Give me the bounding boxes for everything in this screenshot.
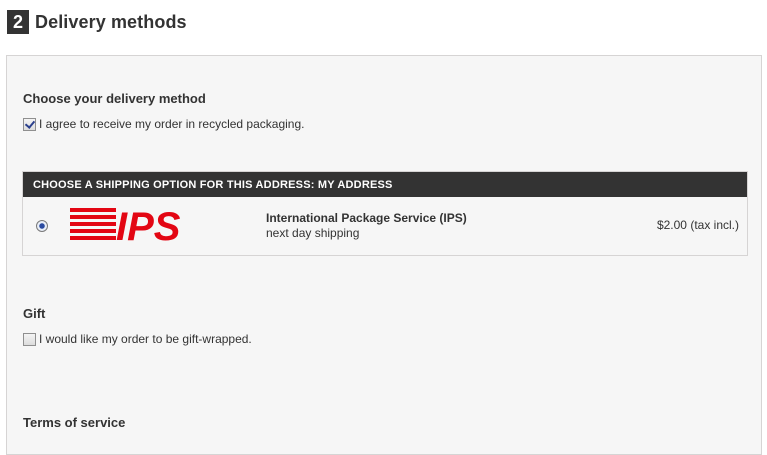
step-number-badge: 2 <box>7 10 29 34</box>
recycled-packaging-option[interactable]: I agree to receive my order in recycled … <box>23 117 304 131</box>
step-header: 2 Delivery methods <box>7 10 187 34</box>
ips-logo-icon: IPS <box>70 205 181 245</box>
page-title: Delivery methods <box>35 11 187 32</box>
gift-wrap-checkbox[interactable] <box>23 332 36 346</box>
delivery-panel: Choose your delivery method I agree to r… <box>6 55 762 455</box>
gift-wrap-label: I would like my order to be gift-wrapped… <box>39 332 252 346</box>
recycled-packaging-label: I agree to receive my order in recycled … <box>39 117 305 131</box>
shipping-options-header: CHOOSE A SHIPPING OPTION FOR THIS ADDRES… <box>23 172 747 197</box>
gift-wrap-option[interactable]: I would like my order to be gift-wrapped… <box>23 332 252 346</box>
terms-heading: Terms of service <box>23 415 126 430</box>
shipping-option-radio[interactable] <box>36 220 48 232</box>
carrier-info: International Package Service (IPS) next… <box>266 211 467 241</box>
ips-logo-text: IPS <box>116 205 181 245</box>
carrier-name: International Package Service (IPS) <box>266 211 467 225</box>
carrier-delay: next day shipping <box>266 226 360 240</box>
shipping-option-row[interactable]: IPS International Package Service (IPS) … <box>23 197 747 255</box>
shipping-options-table: CHOOSE A SHIPPING OPTION FOR THIS ADDRES… <box>22 171 748 256</box>
recycled-packaging-checkbox[interactable] <box>23 117 36 131</box>
gift-heading: Gift <box>23 306 46 321</box>
shipping-price: $2.00 (tax incl.) <box>656 218 739 232</box>
delivery-method-heading: Choose your delivery method <box>23 91 206 106</box>
